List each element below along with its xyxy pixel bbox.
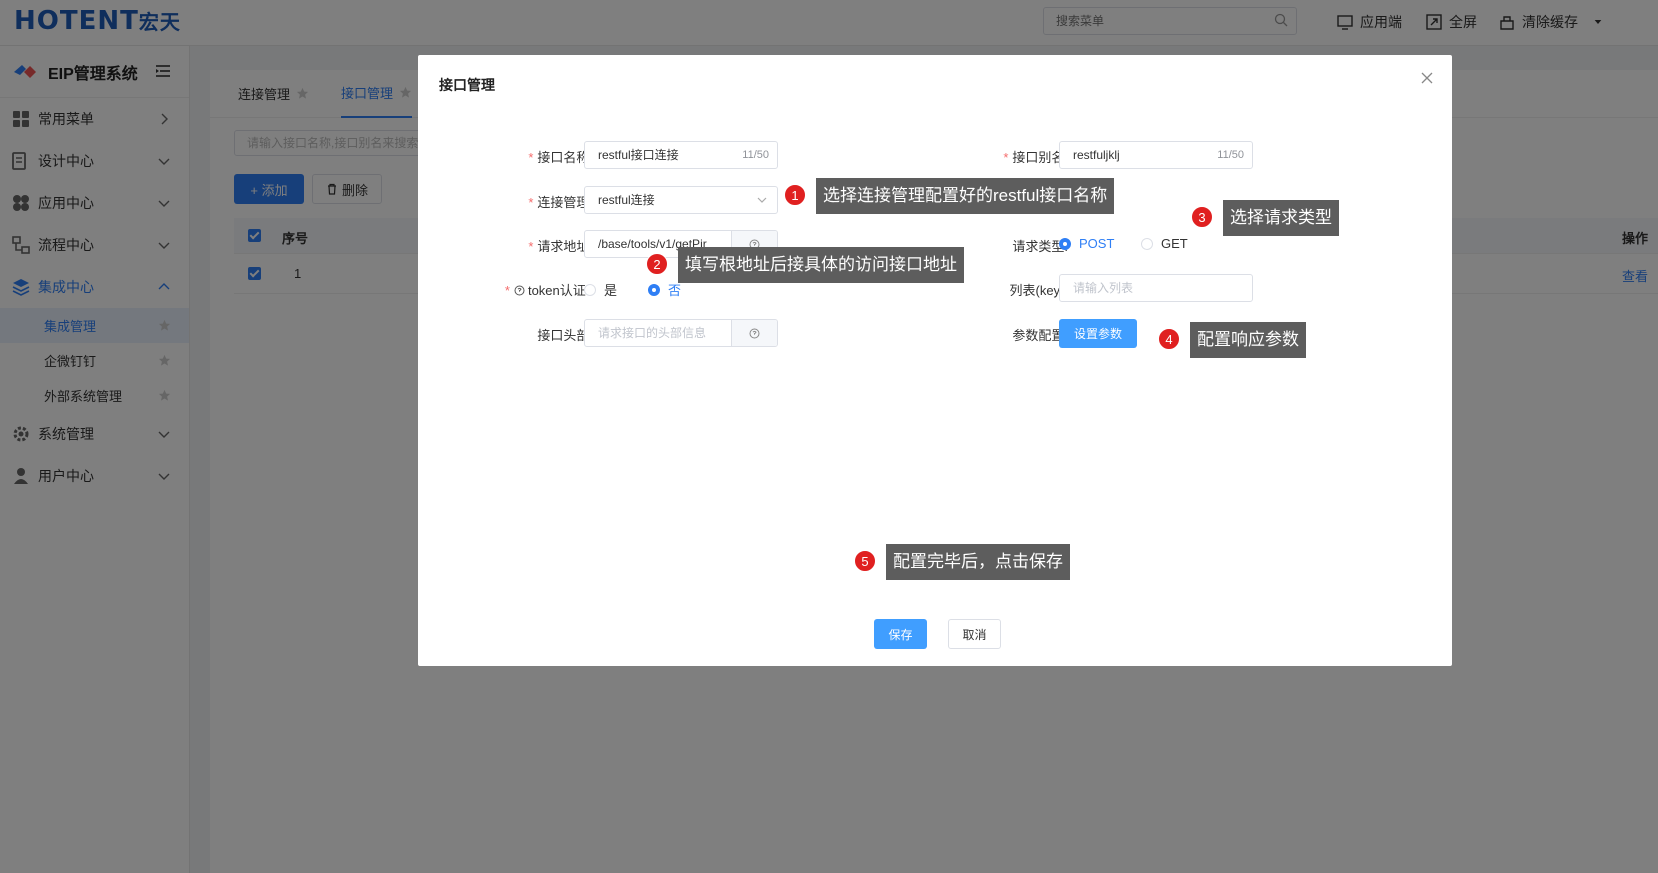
method-get-radio[interactable]: GET	[1141, 236, 1188, 251]
callout-2: 填写根地址后接具体的访问接口地址	[678, 247, 964, 283]
interface-name-count: 11/50	[742, 149, 769, 161]
connection-select[interactable]: restful连接	[584, 186, 778, 214]
callout-badge-3: 3	[1191, 206, 1213, 228]
callout-5: 配置完毕后，点击保存	[886, 544, 1070, 580]
callout-badge-1: 1	[784, 184, 806, 206]
radio-dot	[1059, 237, 1071, 250]
header-placeholder: 请求接口的头部信息	[598, 326, 707, 340]
header-help[interactable]	[731, 320, 777, 346]
chevron-down-icon	[757, 197, 767, 203]
interface-name-input[interactable]: restful接口连接 11/50	[584, 141, 778, 169]
callout-badge-4: 4	[1158, 328, 1180, 350]
interface-alias-input[interactable]: restfuljklj 11/50	[1059, 141, 1253, 169]
radio-dot	[584, 283, 596, 296]
question-icon	[749, 328, 760, 338]
dialog-title: 接口管理	[439, 77, 495, 93]
interface-alias-value: restfuljklj	[1073, 148, 1120, 162]
method-post-label: POST	[1079, 236, 1115, 251]
callout-badge-2: 2	[646, 253, 668, 275]
connection-label: * 连接管理:	[528, 195, 593, 210]
callout-1: 选择连接管理配置好的restful接口名称	[816, 178, 1115, 214]
interface-alias-label: * 接口别名:	[1003, 150, 1068, 165]
help-icon[interactable]	[514, 285, 525, 296]
callout-badge-5: 5	[854, 550, 876, 572]
interface-name-label: * 接口名称:	[528, 150, 593, 165]
url-label: * 请求地址:	[528, 239, 593, 254]
close-icon[interactable]	[1420, 71, 1434, 85]
radio-dot	[1141, 237, 1153, 250]
method-post-radio[interactable]: POST	[1059, 236, 1114, 251]
token-yes-radio[interactable]: 是	[584, 280, 617, 299]
interface-name-value: restful接口连接	[598, 148, 679, 162]
method-get-label: GET	[1161, 236, 1188, 251]
radio-dot	[648, 283, 660, 296]
cancel-button[interactable]: 取消	[948, 619, 1001, 649]
token-label: * token认证 :	[504, 283, 593, 298]
param-config-label: 参数配置:	[1012, 328, 1068, 343]
list-key-input[interactable]: 请输入列表	[1059, 274, 1253, 302]
header-label: 接口头部:	[537, 328, 593, 343]
save-button[interactable]: 保存	[874, 619, 927, 649]
callout-3: 选择请求类型	[1223, 200, 1339, 236]
connection-value: restful连接	[598, 193, 655, 207]
header-input[interactable]: 请求接口的头部信息	[584, 319, 778, 347]
set-params-button[interactable]: 设置参数	[1059, 319, 1137, 348]
interface-alias-count: 11/50	[1217, 149, 1244, 161]
token-no-radio[interactable]: 否	[648, 280, 681, 299]
token-yes-label: 是	[604, 283, 618, 298]
callout-4: 配置响应参数	[1190, 322, 1306, 358]
